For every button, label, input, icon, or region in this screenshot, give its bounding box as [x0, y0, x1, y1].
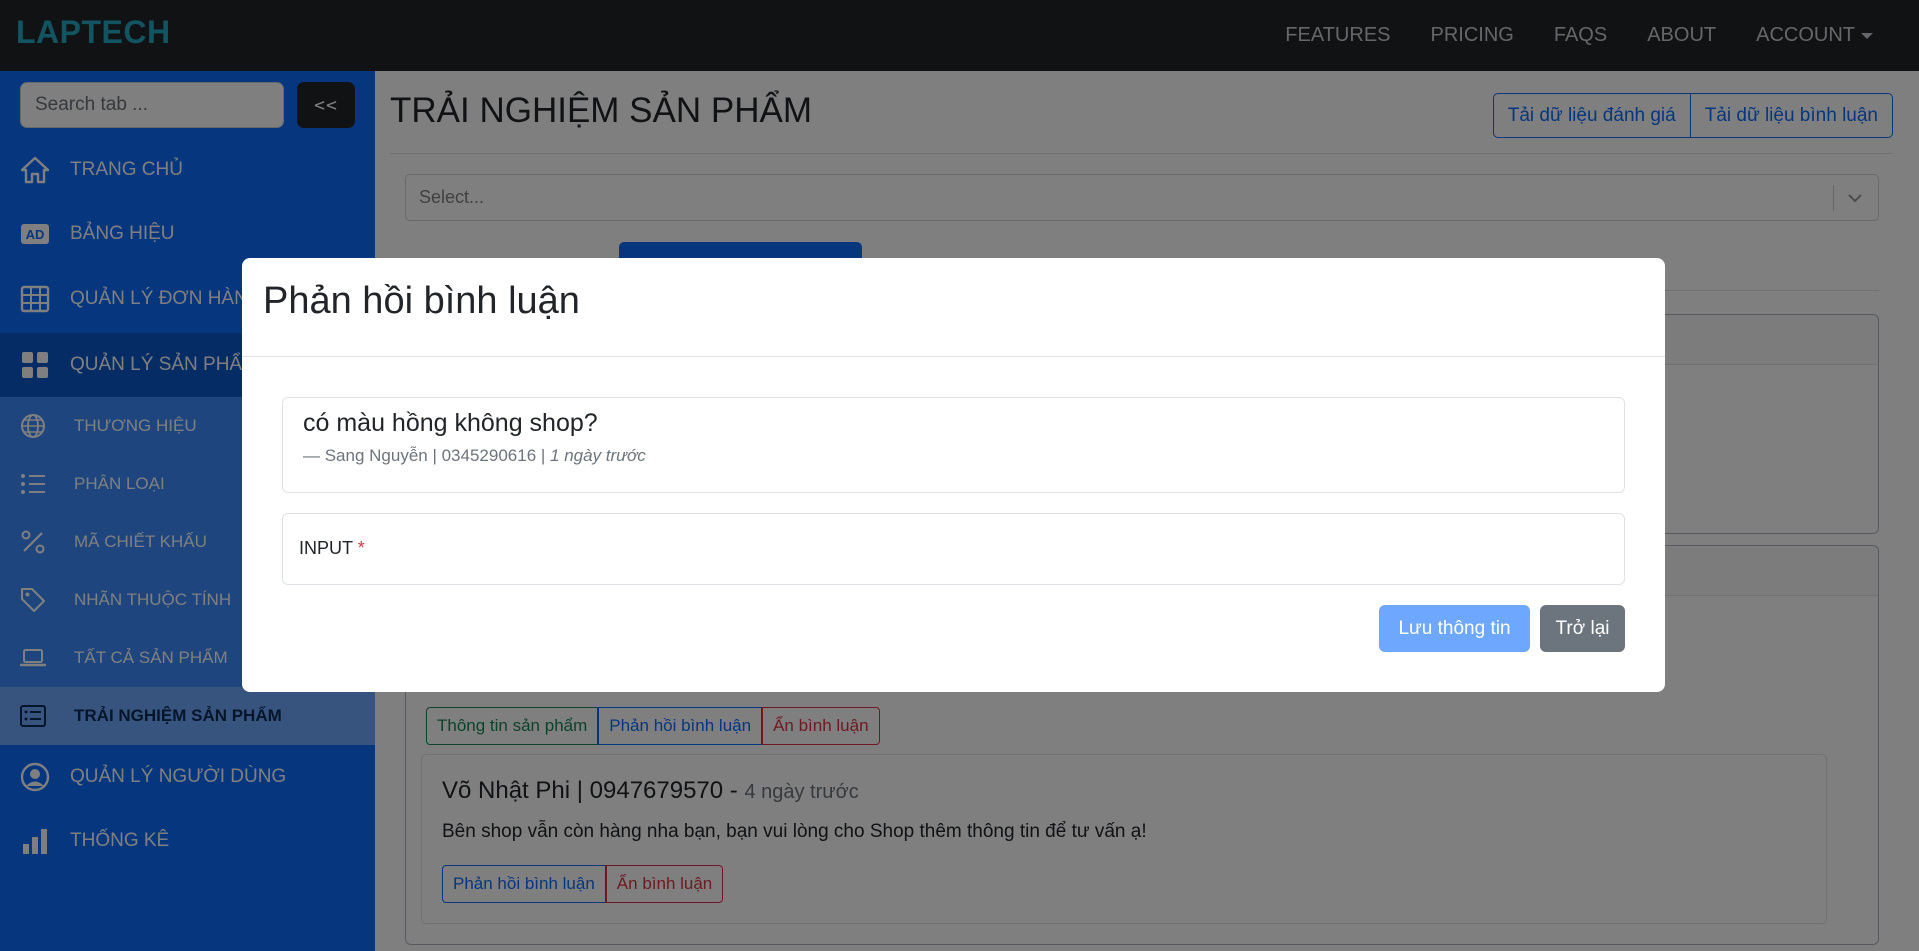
- quoted-comment-text: có màu hồng không shop?: [303, 409, 598, 437]
- quoted-comment-author: — Sang Nguyễn | 0345290616 |: [303, 446, 546, 465]
- modal-divider: [242, 356, 1665, 357]
- reply-input-field[interactable]: INPUT *: [282, 513, 1625, 585]
- quoted-comment-footer: — Sang Nguyễn | 0345290616 | 1 ngày trướ…: [303, 446, 646, 466]
- required-mark: *: [357, 538, 365, 558]
- quoted-comment-time: 1 ngày trước: [550, 446, 646, 465]
- save-button[interactable]: Lưu thông tin: [1379, 605, 1530, 652]
- reply-input-label: INPUT *: [299, 538, 365, 559]
- modal-title: Phản hồi bình luận: [263, 280, 580, 322]
- reply-modal: Phản hồi bình luận có màu hồng không sho…: [242, 258, 1665, 692]
- quoted-comment: có màu hồng không shop? — Sang Nguyễn | …: [282, 397, 1625, 493]
- back-button[interactable]: Trở lại: [1540, 605, 1625, 652]
- reply-input-label-text: INPUT: [299, 538, 353, 558]
